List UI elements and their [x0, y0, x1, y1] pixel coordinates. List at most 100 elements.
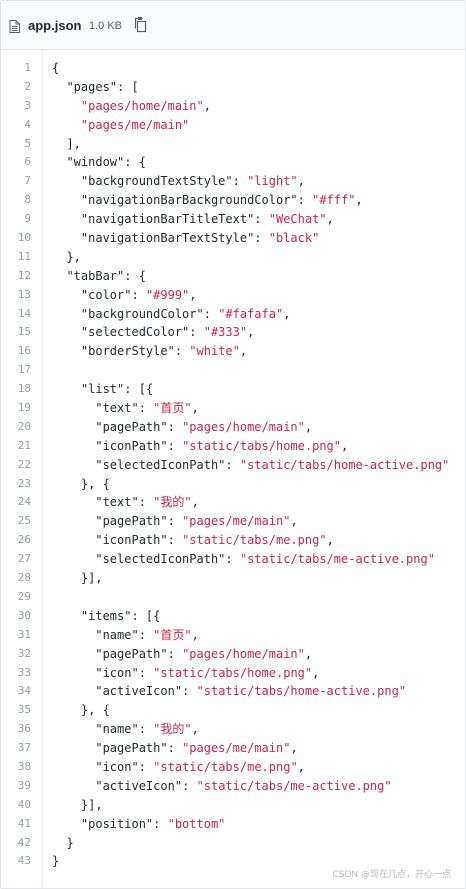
file-header: app.json 1.0 KB: [1, 1, 465, 50]
line-number: 16: [17, 344, 31, 358]
json-key: "tabBar": [66, 268, 125, 283]
json-key: "text": [95, 495, 139, 510]
json-key: "position": [80, 816, 154, 831]
line-content: "pages": [: [66, 79, 139, 94]
json-string-value: "black": [268, 231, 320, 246]
json-string-value: "static/tabs/home-active.png": [239, 457, 450, 472]
line-number: 43: [17, 854, 31, 868]
line-number: 39: [17, 778, 31, 792]
code-line: 21 "iconPath": "static/tabs/home.png",: [1, 437, 465, 456]
line-number: 5: [24, 136, 31, 150]
json-key: "name": [95, 722, 139, 737]
json-key: "color": [80, 287, 132, 302]
code-line: 16 "borderStyle": "white",: [1, 342, 465, 361]
line-content: "pagePath": "pages/home/main",: [95, 419, 313, 434]
line-content: "position": "bottom": [80, 816, 226, 831]
line-content: "color": "#999",: [80, 287, 197, 302]
json-string-value: "bottom": [167, 816, 226, 831]
line-number: 23: [17, 476, 31, 490]
line-number: 37: [17, 741, 31, 755]
line-number: 26: [17, 533, 31, 547]
line-number: 35: [17, 703, 31, 717]
json-key: "navigationBarTitleText": [80, 212, 255, 227]
line-number: 12: [17, 268, 31, 282]
line-content: }],: [52, 571, 103, 586]
code-line: 33 "icon": "static/tabs/home.png",: [1, 664, 465, 683]
line-content: }: [52, 854, 60, 869]
json-string-value: "static/tabs/me-active.png": [239, 552, 435, 567]
line-number: 13: [17, 287, 31, 301]
line-content: "text": "首页",: [95, 401, 199, 416]
code-line: 32 "pagePath": "pages/home/main",: [1, 645, 465, 664]
code-viewer: app.json 1.0 KB 1{2 "pages": [3 "pages/h…: [0, 0, 466, 889]
json-key: "pagePath": [95, 419, 168, 434]
code-line: 14 "backgroundColor": "#fafafa",: [1, 305, 465, 324]
json-key: "iconPath": [95, 533, 168, 548]
line-content: "text": "我的",: [95, 495, 199, 510]
json-key: "activeIcon": [95, 684, 183, 699]
code-line: 27 "selectedIconPath": "static/tabs/me-a…: [1, 550, 465, 569]
line-number: 3: [24, 98, 31, 112]
json-string-value: "static/tabs/home.png": [153, 665, 313, 680]
json-string-value: "首页": [153, 627, 192, 642]
code-line: 3 "pages/home/main",: [1, 97, 465, 116]
line-number: 10: [17, 231, 31, 245]
code-line: 8 "navigationBarBackgroundColor": "#fff"…: [1, 191, 465, 210]
code-line: 6 "window": {: [1, 153, 465, 172]
json-string-value: "static/tabs/me.png": [182, 533, 327, 548]
json-string-value: "WeChat": [268, 212, 327, 227]
code-line: 20 "pagePath": "pages/home/main",: [1, 418, 465, 437]
line-number: 4: [24, 117, 31, 131]
line-number: 30: [17, 608, 31, 622]
line-content: "borderStyle": "white",: [80, 344, 248, 359]
line-number: 29: [17, 589, 31, 603]
json-string-value: "static/tabs/home.png": [182, 438, 342, 453]
code-line: 31 "name": "首页",: [1, 626, 465, 645]
json-key: "backgroundColor": [80, 306, 204, 321]
code-line: 39 "activeIcon": "static/tabs/me-active.…: [1, 777, 465, 796]
line-content: "iconPath": "static/tabs/home.png",: [95, 438, 349, 453]
line-number: 41: [17, 816, 31, 830]
line-number: 1: [24, 61, 31, 74]
code-block: 1{2 "pages": [3 "pages/home/main", 4 "pag…: [1, 59, 465, 871]
code-line: 29: [1, 588, 465, 607]
line-content: "navigationBarTitleText": "WeChat",: [80, 212, 334, 227]
json-key: "selectedIconPath": [95, 457, 226, 472]
line-content: }, {: [52, 476, 110, 491]
line-content: "items": [{: [80, 608, 161, 623]
code-line: 13 "color": "#999",: [1, 286, 465, 305]
json-key: "backgroundTextStyle": [80, 174, 233, 189]
line-number: 17: [17, 363, 31, 377]
json-string-value: "#999": [145, 287, 190, 302]
line-number: 11: [17, 249, 31, 263]
line-number: 38: [17, 759, 31, 773]
code-line: 12 "tabBar": {: [1, 267, 465, 286]
line-number: 33: [17, 665, 31, 679]
json-key: "iconPath": [95, 438, 168, 453]
line-content: "icon": "static/tabs/home.png",: [95, 665, 320, 680]
line-content: ],: [52, 136, 81, 151]
code-line: 22 "selectedIconPath": "static/tabs/home…: [1, 456, 465, 475]
copy-icon[interactable]: [133, 17, 147, 33]
code-line: 23 }, {: [1, 475, 465, 494]
json-key: "icon": [95, 759, 139, 774]
line-number: 6: [24, 155, 31, 169]
line-number: 14: [17, 306, 31, 320]
code-line: 18 "list": [{: [1, 380, 465, 399]
line-content: "pages/home/main",: [80, 98, 211, 113]
line-content: "selectedIconPath": "static/tabs/home-ac…: [95, 457, 450, 472]
json-string-value: "我的": [153, 722, 192, 737]
json-key: "text": [95, 401, 139, 416]
json-string-value: "#fff": [312, 193, 356, 208]
line-content: "pagePath": "pages/me/main",: [95, 741, 298, 756]
json-string-value: "static/tabs/home-active.png": [196, 684, 407, 699]
json-key: "borderStyle": [80, 344, 175, 359]
code-line: 10 "navigationBarTextStyle": "black": [1, 229, 465, 248]
line-content: {: [52, 61, 60, 75]
line-content: "selectedColor": "#333",: [80, 325, 255, 340]
code-line: 19 "text": "首页",: [1, 399, 465, 418]
json-string-value: "pages/me/main": [182, 514, 291, 529]
json-string-value: "pages/me/main": [182, 741, 291, 756]
line-number: 42: [17, 835, 31, 849]
line-number: 24: [17, 495, 31, 509]
